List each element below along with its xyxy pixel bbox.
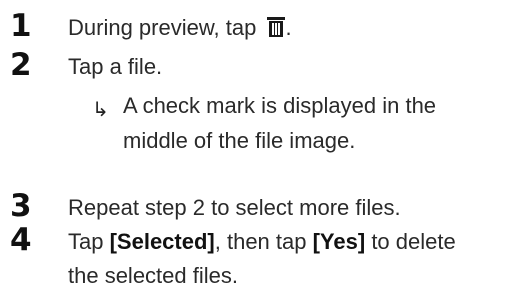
step-number: 4 (10, 222, 32, 258)
step-number: 3 (10, 188, 32, 224)
step-number: 1 (10, 8, 32, 44)
step-text: Tap a file. (68, 54, 163, 79)
text-segment: to delete (365, 229, 456, 254)
step-text: During preview, tap . (68, 11, 292, 47)
step-number: 2 (10, 47, 32, 83)
result-line: A check mark is displayed in the (123, 93, 437, 118)
result-text: A check mark is displayed in the middle … (123, 88, 436, 158)
result-line: middle of the file image. (123, 128, 356, 153)
step-text-line-1: Tap [Selected], then tap [Yes] to delete (68, 225, 456, 259)
trash-icon (267, 13, 286, 47)
step-text: Tap [Selected], then tap [Yes] to delete… (68, 225, 456, 293)
result-arrow-icon: ↳ (92, 97, 109, 121)
text-segment: , then tap (214, 229, 313, 254)
step-text-before: During preview, tap (68, 15, 263, 40)
instruction-list: 1 During preview, tap . 2 Tap a file. ↳ … (0, 0, 525, 293)
step-text-line-2: the selected files. (68, 263, 238, 288)
yes-option-label: [Yes] (312, 229, 366, 254)
text-segment: Tap (68, 229, 110, 254)
step-text: Repeat step 2 to select more files. (68, 195, 401, 220)
step-text-after: . (285, 15, 292, 40)
selected-option-label: [Selected] (109, 229, 215, 254)
